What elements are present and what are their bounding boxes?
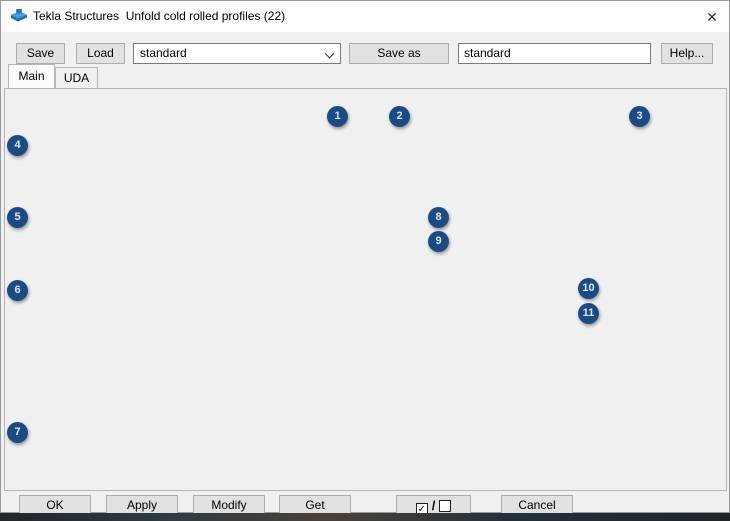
step-badge-11: 11 [578,303,599,324]
tab-main[interactable]: Main [8,64,55,88]
unchecked-box-icon [439,500,452,512]
step-badge-9: 9 [428,231,449,252]
step-badge-7: 7 [7,422,28,443]
save-button[interactable]: Save [16,43,65,64]
help-button[interactable]: Help... [661,43,713,64]
dialog-surface: Tekla Structures Unfold cold rolled prof… [0,0,730,516]
step-badge-6: 6 [7,280,28,301]
background-app-strip [0,513,730,521]
step-badge-5: 5 [7,207,28,228]
tab-uda[interactable]: UDA [55,67,98,88]
chevron-down-icon [324,48,335,59]
step-badge-10: 10 [578,278,599,299]
preset-value: standard [140,46,187,60]
slash-separator: / [431,498,436,513]
step-badge-3: 3 [629,106,650,127]
title-bar: Tekla Structures Unfold cold rolled prof… [1,1,729,32]
preset-select[interactable]: standard [133,43,341,64]
unfold-dialog-window: Tekla Structures Unfold cold rolled prof… [0,0,730,521]
load-button[interactable]: Load [76,43,125,64]
save-as-button[interactable]: Save as [349,43,449,64]
step-badge-8: 8 [428,207,449,228]
window-title: Tekla Structures Unfold cold rolled prof… [33,9,286,23]
step-badge-4: 4 [7,135,28,156]
close-icon[interactable]: ✕ [699,5,725,29]
main-tab-panel [4,88,727,491]
tekla-icon [10,8,28,25]
step-badge-1: 1 [327,106,348,127]
step-badge-2: 2 [389,106,410,127]
save-as-input[interactable]: standard [458,43,651,64]
